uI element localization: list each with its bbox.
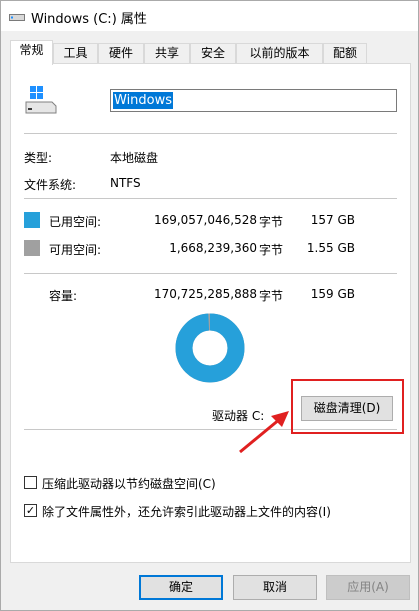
tab-general[interactable]: 常规 [10,40,53,65]
ok-button[interactable]: 确定 [139,575,223,600]
annotation-arrow [239,411,289,454]
apply-button[interactable]: 应用(A) [326,575,410,600]
properties-window: Windows (C:) 属性 常规 工具 硬件 共享 安全 以前的版本 配额 … [0,0,419,611]
cancel-button[interactable]: 取消 [233,575,317,600]
